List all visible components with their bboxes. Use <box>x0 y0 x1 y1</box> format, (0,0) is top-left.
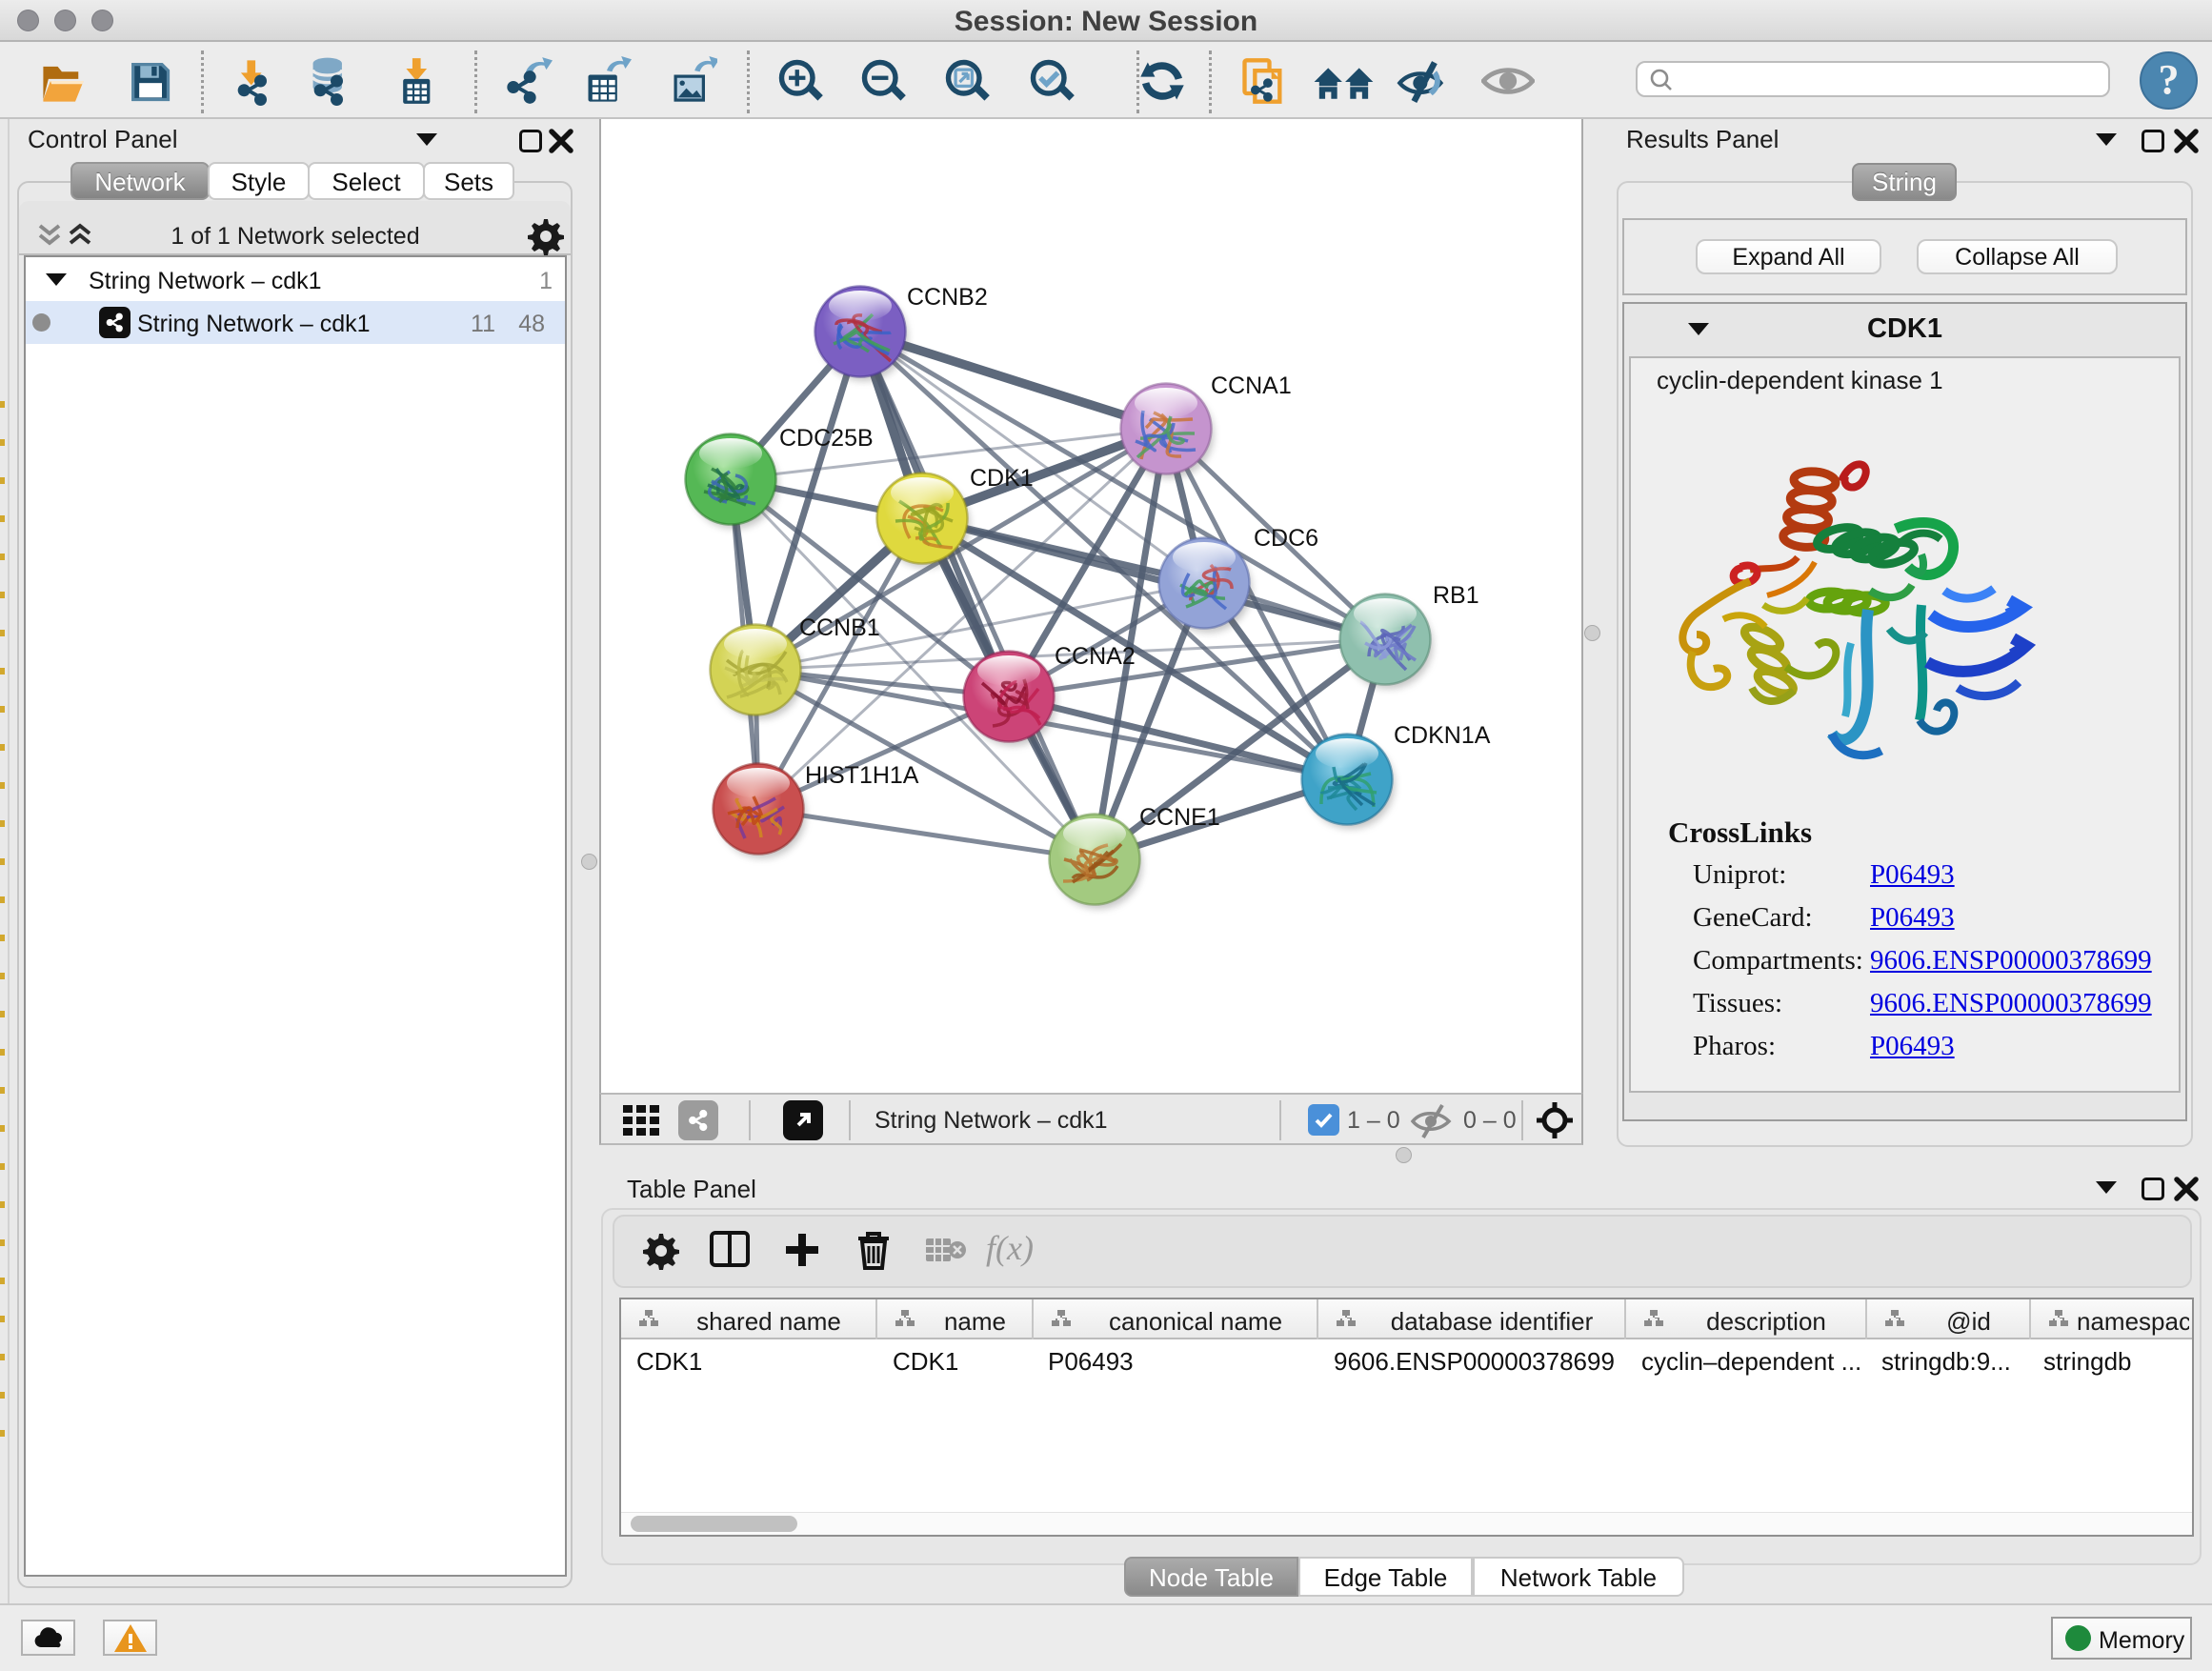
svg-text:CCNE1: CCNE1 <box>1139 804 1220 831</box>
svg-text:CDKN1A: CDKN1A <box>1394 722 1491 749</box>
svg-text:CDC25B: CDC25B <box>779 425 874 452</box>
svg-text:CCNB2: CCNB2 <box>907 284 988 311</box>
svg-text:CCNB1: CCNB1 <box>799 614 880 641</box>
svg-text:CDC6: CDC6 <box>1254 525 1318 552</box>
svg-text:RB1: RB1 <box>1433 582 1479 609</box>
svg-text:CDK1: CDK1 <box>970 465 1034 492</box>
svg-text:CCNA2: CCNA2 <box>1055 643 1136 670</box>
svg-text:HIST1H1A: HIST1H1A <box>805 762 919 789</box>
svg-text:CCNA1: CCNA1 <box>1211 372 1292 399</box>
